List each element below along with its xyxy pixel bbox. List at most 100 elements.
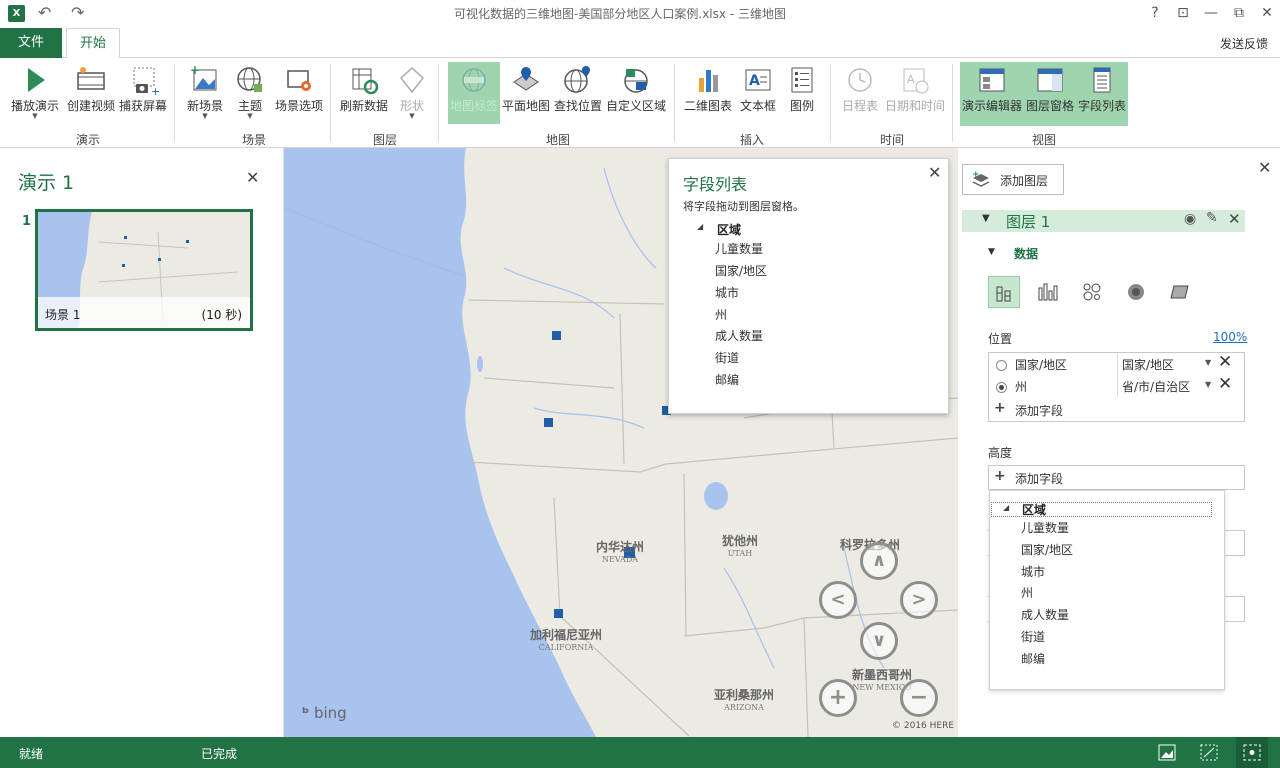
heat-map-icon[interactable] [1126, 282, 1146, 302]
dropdown-field-item[interactable]: 州 [1021, 584, 1033, 601]
zoom-in-button[interactable]: + [819, 679, 857, 717]
map-labels-icon [462, 68, 486, 92]
add-layer-button[interactable]: + 添加图层 [962, 164, 1064, 195]
map-label-arizona: 亚利桑那州 ARIZONA [714, 688, 775, 712]
map-label-nevada: 内华达州 NEVADA [596, 540, 645, 564]
custom-regions-button[interactable]: 自定义区域 [604, 62, 668, 124]
remove-field-icon[interactable]: ✕ [1218, 352, 1232, 372]
location-match-percent[interactable]: 100% [1213, 330, 1247, 344]
stacked-column-viz-button[interactable] [988, 276, 1020, 308]
close-window-button[interactable]: ✕ [1252, 4, 1280, 24]
data-heading: 数据 [1014, 247, 1039, 261]
tab-home[interactable]: 开始 [66, 28, 120, 59]
dropdown-field-item[interactable]: 国家/地区 [1021, 541, 1073, 558]
group-tour-label: 演示 [75, 133, 100, 147]
timeline-button[interactable]: 日程表 [838, 62, 882, 124]
bubble-icon[interactable] [1082, 282, 1102, 302]
radio-state[interactable] [996, 382, 1007, 393]
map-view-icon[interactable] [1158, 744, 1176, 761]
add-location-field-button[interactable]: 添加字段 [1015, 402, 1063, 419]
shapes-button[interactable]: 形状 ▼ [392, 62, 432, 124]
themes-button[interactable]: 主题 ▼ [230, 62, 270, 124]
text-box-button[interactable]: A 文本框 [736, 62, 780, 124]
data-point-marker[interactable] [552, 331, 561, 340]
restore-button[interactable]: ⧉ [1224, 4, 1254, 24]
scene-options-button[interactable]: 场景选项 [272, 62, 326, 124]
play-tour-button[interactable]: 播放演示 ▼ [8, 62, 62, 124]
capture-screen-button[interactable]: + 捕获屏幕 [118, 62, 168, 124]
film-icon [77, 67, 105, 90]
dropdown-arrow-icon[interactable]: ▼ [1205, 358, 1211, 367]
tour-editor-button[interactable]: 演示编辑器 [960, 62, 1024, 124]
create-video-button[interactable]: 创建视频 [64, 62, 118, 124]
dropdown-arrow-icon[interactable]: ▼ [1205, 380, 1211, 389]
field-item[interactable]: 街道 [715, 349, 739, 366]
location-label: 位置 [988, 332, 1013, 346]
collapse-triangle-icon[interactable]: ◢ [697, 222, 703, 231]
pan-up-button[interactable]: ∧ [860, 542, 898, 580]
data-point-marker[interactable] [554, 609, 563, 618]
clustered-column-icon[interactable] [1038, 282, 1058, 302]
scene-duration: (10 秒) [201, 308, 242, 322]
delete-layer-icon[interactable]: ✕ [1228, 210, 1241, 228]
eye-icon[interactable]: ◉ [1184, 211, 1196, 227]
field-item[interactable]: 州 [715, 306, 727, 323]
radio-country[interactable] [996, 360, 1007, 371]
field-item[interactable]: 城市 [715, 284, 739, 301]
edit-pencil-icon[interactable]: ✎ [1206, 210, 1218, 226]
scene-thumbnail[interactable]: 场景 1 (10 秒) [35, 209, 253, 331]
zoom-out-button[interactable]: − [900, 679, 938, 717]
field-item[interactable]: 邮编 [715, 371, 739, 388]
new-scene-button[interactable]: + 新场景 ▼ [182, 62, 228, 124]
pan-right-button[interactable]: > [900, 581, 938, 619]
tab-file[interactable]: 文件 [0, 28, 62, 58]
help-button[interactable]: ? [1140, 4, 1170, 24]
location-field-name: 国家/地区 [1015, 358, 1068, 372]
map-labels-button[interactable]: 地图标签 [448, 62, 500, 124]
pan-down-button[interactable]: ∨ [860, 622, 898, 660]
chart-2d-button[interactable]: 二维图表 [682, 62, 734, 124]
minimize-button[interactable]: — [1196, 4, 1226, 24]
svg-text:A: A [907, 73, 915, 86]
collapse-layer-icon[interactable]: ▼ [982, 213, 990, 224]
legend-button[interactable]: 图例 [782, 62, 822, 124]
field-dropdown-list: ◢ 区域 儿童数量 国家/地区 城市 州 成人数量 街道 邮编 [989, 490, 1225, 690]
find-location-icon [564, 66, 590, 93]
close-field-list-icon[interactable]: ✕ [928, 163, 941, 182]
remove-field-icon[interactable]: ✕ [1218, 374, 1232, 394]
location-type-select[interactable]: 省/市/自治区 [1122, 378, 1190, 395]
focus-view-button[interactable] [1236, 737, 1268, 768]
layer-header[interactable]: ▼ 图层 1 ◉ ✎ ✕ [962, 210, 1245, 232]
ribbon-display-options-icon[interactable]: ⊡ [1168, 4, 1198, 24]
field-section-label: 区域 [717, 223, 742, 237]
field-item[interactable]: 成人数量 [715, 327, 763, 344]
dropdown-field-item[interactable]: 儿童数量 [1021, 519, 1069, 536]
location-field-name: 州 [1015, 380, 1028, 394]
fit-to-screen-icon[interactable] [1200, 744, 1218, 761]
height-field-box[interactable]: + 添加字段 [988, 465, 1245, 490]
field-item[interactable]: 国家/地区 [715, 262, 767, 279]
field-item[interactable]: 儿童数量 [715, 240, 763, 257]
find-location-button[interactable]: 查找位置 [552, 62, 604, 124]
feedback-link[interactable]: 发送反馈 [1220, 35, 1268, 52]
dropdown-field-item[interactable]: 街道 [1021, 628, 1045, 645]
location-type-select[interactable]: 国家/地区 [1122, 356, 1174, 373]
dropdown-field-item[interactable]: 邮编 [1021, 650, 1045, 667]
location-field-box: 国家/地区 国家/地区 ▼ ✕ 州 省/市/自治区 ▼ ✕ + 添加字段 [988, 352, 1245, 422]
status-ready: 就绪 [19, 747, 44, 761]
dropdown-field-item[interactable]: 成人数量 [1021, 606, 1069, 623]
collapse-data-icon[interactable]: ▼ [988, 247, 995, 257]
close-tour-pane-icon[interactable]: ✕ [246, 168, 259, 187]
pan-left-button[interactable]: < [819, 581, 857, 619]
close-layer-pane-icon[interactable]: ✕ [1258, 158, 1271, 177]
field-list-button[interactable]: 字段列表 [1076, 62, 1128, 124]
date-time-button[interactable]: A 日期和时间 [884, 62, 946, 124]
layer-pane-button[interactable]: 图层窗格 [1024, 62, 1076, 124]
data-point-marker[interactable] [544, 418, 553, 427]
group-layer-label: 图层 [372, 133, 397, 147]
region-icon[interactable] [1170, 282, 1190, 302]
refresh-data-button[interactable]: 刷新数据 [338, 62, 390, 124]
collapse-triangle-icon[interactable]: ◢ [1003, 503, 1009, 512]
flat-map-button[interactable]: 平面地图 [500, 62, 552, 124]
dropdown-field-item[interactable]: 城市 [1021, 563, 1045, 580]
